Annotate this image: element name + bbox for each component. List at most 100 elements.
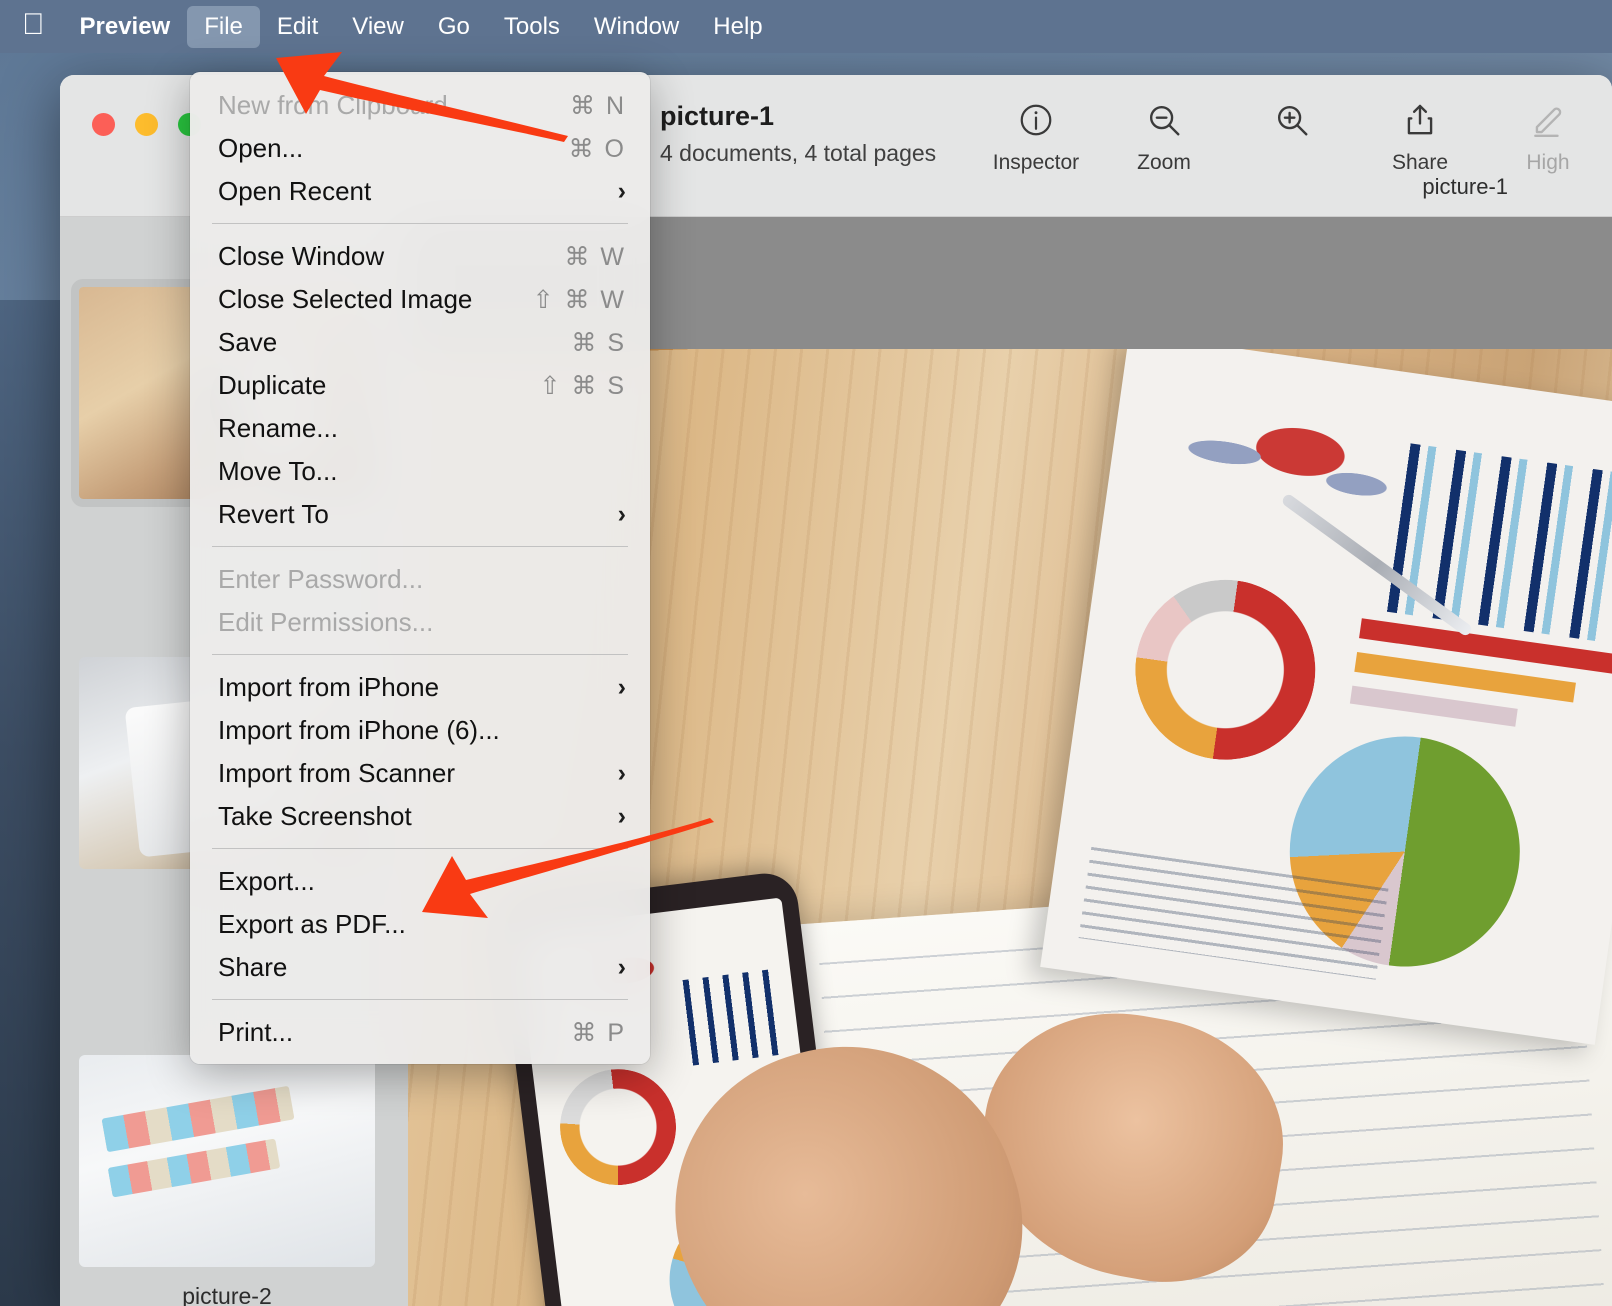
menu-separator [212,848,628,849]
current-page-name: picture-1 [1422,174,1508,200]
chevron-right-icon: › [618,953,626,982]
menu-window[interactable]: Window [577,6,696,48]
menu-item-close-selected-image[interactable]: Close Selected Image⇧ ⌘ W [190,278,650,321]
menu-item-label: Share [218,952,618,983]
menu-item-label: Save [218,327,571,358]
menu-item-label: Move To... [218,456,626,487]
menu-item-open[interactable]: Open...⌘ O [190,127,650,170]
menu-item-label: Import from Scanner [218,758,618,789]
inspector-label: Inspector [993,151,1079,175]
zoom-in-icon [1273,99,1311,141]
menu-edit[interactable]: Edit [260,6,335,48]
share-label: Share [1392,151,1448,175]
menu-item-label: Export... [218,866,626,897]
menu-item-close-window[interactable]: Close Window⌘ W [190,235,650,278]
menu-item-import-from-iphone[interactable]: Import from iPhone› [190,666,650,709]
zoom-out-button[interactable]: Zoom [1100,99,1228,175]
menu-go[interactable]: Go [421,6,487,48]
menu-item-take-screenshot[interactable]: Take Screenshot› [190,795,650,838]
info-circle-icon [1017,99,1055,141]
menu-item-shortcut: ⌘ O [569,134,626,164]
menu-item-export-as-pdf[interactable]: Export as PDF... [190,903,650,946]
menu-tools[interactable]: Tools [487,6,577,48]
zoom-in-button[interactable] [1228,99,1356,151]
menu-item-shortcut: ⌘ W [564,242,626,272]
chevron-right-icon: › [618,177,626,206]
menu-help[interactable]: Help [696,6,779,48]
menu-item-edit-permissions: Edit Permissions... [190,601,650,644]
menu-separator [212,223,628,224]
zoom-out-icon [1145,99,1183,141]
menu-item-label: Revert To [218,499,618,530]
menu-item-new-from-clipboard: New from Clipboard⌘ N [190,84,650,127]
menu-item-label: Open... [218,133,569,164]
document-subtitle: 4 documents, 4 total pages [660,140,936,167]
photo-infographic-sheet [1040,349,1612,1045]
menu-item-label: Import from iPhone (6)... [218,715,626,746]
menu-separator [212,546,628,547]
photo-bar-chart [1379,442,1612,645]
menu-item-label: Duplicate [218,370,539,401]
menu-item-label: Close Selected Image [218,284,533,315]
apple-logo-icon[interactable]:  [10,10,63,44]
menu-item-shortcut: ⌘ P [571,1018,626,1048]
zoom-label: Zoom [1137,151,1191,175]
chevron-right-icon: › [618,673,626,702]
menu-item-label: Open Recent [218,176,618,207]
thumbnail-label: picture-2 [182,1283,271,1306]
traffic-light-buttons [92,113,201,136]
inspector-button[interactable]: Inspector [972,99,1100,175]
phone-bar-chart [677,969,783,1066]
menu-item-move-to[interactable]: Move To... [190,450,650,493]
menu-item-save[interactable]: Save⌘ S [190,321,650,364]
menu-item-label: Take Screenshot [218,801,618,832]
highlight-button[interactable]: High [1484,99,1612,175]
menu-item-label: Print... [218,1017,571,1048]
menu-item-shortcut: ⌘ S [571,328,626,358]
window-toolbar: Inspector Zoom [972,99,1612,175]
menu-item-label: Close Window [218,241,564,272]
menu-preview[interactable]: Preview [63,6,188,48]
menu-item-revert-to[interactable]: Revert To› [190,493,650,536]
highlight-pen-icon [1529,99,1567,141]
menu-item-shortcut: ⇧ ⌘ S [539,371,626,401]
share-icon [1401,99,1439,141]
menu-item-export[interactable]: Export... [190,860,650,903]
close-button[interactable] [92,113,115,136]
menu-item-share[interactable]: Share› [190,946,650,989]
menu-item-shortcut: ⌘ N [570,91,626,121]
phone-donut-chart [553,1062,682,1191]
menu-item-rename[interactable]: Rename... [190,407,650,450]
menu-item-label: Enter Password... [218,564,626,595]
menu-view[interactable]: View [335,6,421,48]
menu-item-import-from-iphone-6[interactable]: Import from iPhone (6)... [190,709,650,752]
file-menu-dropdown[interactable]: New from Clipboard⌘ NOpen...⌘ OOpen Rece… [190,72,650,1064]
chevron-right-icon: › [618,759,626,788]
share-button[interactable]: Share [1356,99,1484,175]
thumbnail-image[interactable] [79,1055,375,1267]
menu-item-enter-password: Enter Password... [190,558,650,601]
minimize-button[interactable] [135,113,158,136]
photo-world-map [1162,392,1425,536]
menu-item-import-from-scanner[interactable]: Import from Scanner› [190,752,650,795]
menu-item-label: Edit Permissions... [218,607,626,638]
screen-root: picture-1 4 documents, 4 total pages Ins… [0,0,1612,1306]
menu-item-label: Rename... [218,413,626,444]
menu-file[interactable]: File [187,6,260,48]
menu-item-duplicate[interactable]: Duplicate⇧ ⌘ S [190,364,650,407]
menu-item-shortcut: ⇧ ⌘ W [533,285,626,315]
menu-item-label: Import from iPhone [218,672,618,703]
document-title: picture-1 [660,101,936,132]
photo-donut-chart [1124,568,1327,771]
chevron-right-icon: › [618,500,626,529]
menu-separator [212,999,628,1000]
menu-item-label: New from Clipboard [218,90,570,121]
highlight-label: High [1526,151,1569,175]
macos-menu-bar[interactable]:  Preview File Edit View Go Tools Window… [0,0,1612,53]
menu-item-label: Export as PDF... [218,909,626,940]
menu-item-open-recent[interactable]: Open Recent› [190,170,650,213]
thumbnail-picture-2[interactable]: picture-2 [77,1055,377,1306]
menu-item-print[interactable]: Print...⌘ P [190,1011,650,1054]
menu-separator [212,654,628,655]
document-info: picture-1 4 documents, 4 total pages [660,101,936,167]
